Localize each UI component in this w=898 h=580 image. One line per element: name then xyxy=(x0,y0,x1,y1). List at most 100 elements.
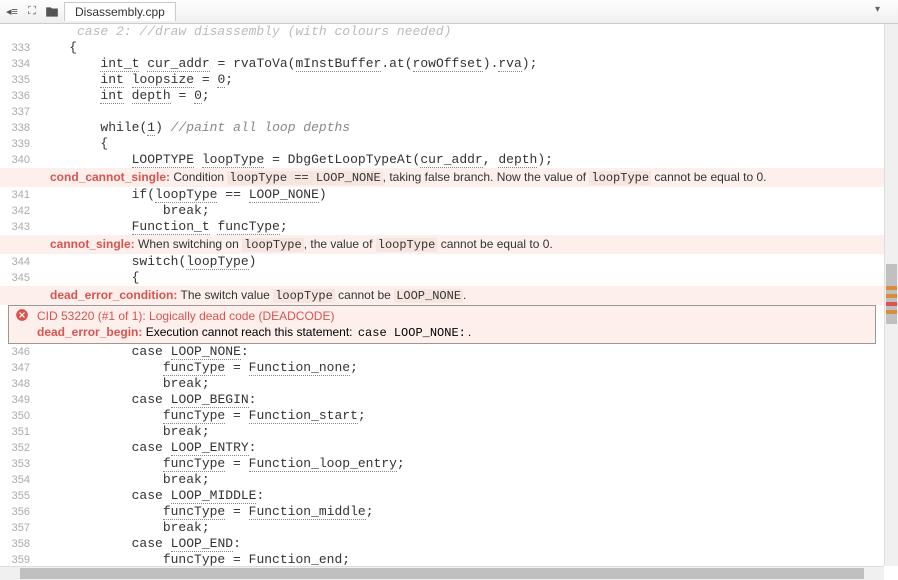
line-number: 341 xyxy=(0,187,38,203)
code-line: 344 switch(loopType) xyxy=(0,254,884,270)
line-number: 346 xyxy=(0,344,38,360)
annotation-label: dead_error_condition: xyxy=(50,288,177,302)
code-text: while(1) //paint all loop depths xyxy=(38,120,884,136)
code-line: 350 funcType = Function_start; xyxy=(0,408,884,424)
line-number: 349 xyxy=(0,392,38,408)
cid-detail: dead_error_begin: Execution cannot reach… xyxy=(37,324,869,341)
code-text: int loopsize = 0; xyxy=(38,72,884,88)
annotation-label: cond_cannot_single: xyxy=(50,170,170,184)
code-token: loopType xyxy=(242,238,304,252)
back-icon[interactable]: ◂≡ xyxy=(4,4,20,20)
line-number: 355 xyxy=(0,488,38,504)
code-line: 351 break; xyxy=(0,424,884,440)
code-token: case LOOP_NONE: xyxy=(356,326,468,340)
expand-icon[interactable]: ⛶ xyxy=(24,4,40,20)
code-text: funcType = Function_middle; xyxy=(38,504,884,520)
line-number: 348 xyxy=(0,376,38,392)
code-text: case LOOP_BEGIN: xyxy=(38,392,884,408)
code-line: case 2: //draw disassembly (with colours… xyxy=(0,24,884,40)
code-text: funcType = Function_end; xyxy=(38,552,884,566)
line-number: 353 xyxy=(0,456,38,472)
vertical-scrollbar[interactable] xyxy=(884,24,898,566)
line-number: 339 xyxy=(0,136,38,152)
cid-title: CID 53220 (#1 of 1): Logically dead code… xyxy=(37,308,869,324)
code-text: funcType = Function_start; xyxy=(38,408,884,424)
code-text: funcType = Function_none; xyxy=(38,360,884,376)
annotation: cannot_single: When switching on loopTyp… xyxy=(0,235,884,254)
code-line: 354 break; xyxy=(0,472,884,488)
code-text: if(loopType == LOOP_NONE) xyxy=(38,187,884,203)
code-line: 341 if(loopType == LOOP_NONE) xyxy=(0,187,884,203)
code-text: case LOOP_NONE: xyxy=(38,344,884,360)
line-number: 342 xyxy=(0,203,38,219)
line-number: 347 xyxy=(0,360,38,376)
code-text: break; xyxy=(38,472,884,488)
annotation-label: cannot_single: xyxy=(50,237,135,251)
line-number: 358 xyxy=(0,536,38,552)
line-number: 335 xyxy=(0,72,38,88)
code-line: 359 funcType = Function_end; xyxy=(0,552,884,566)
code-line: 355 case LOOP_MIDDLE: xyxy=(0,488,884,504)
code-line: 333 { xyxy=(0,40,884,56)
scroll-marker[interactable] xyxy=(886,310,897,314)
code-token: loopType xyxy=(273,289,335,303)
scroll-marker[interactable] xyxy=(886,286,897,290)
line-number: 352 xyxy=(0,440,38,456)
line-number xyxy=(0,24,38,40)
code-text: case LOOP_ENTRY: xyxy=(38,440,884,456)
line-number: 336 xyxy=(0,88,38,104)
code-line: 338 while(1) //paint all loop depths xyxy=(0,120,884,136)
error-icon xyxy=(15,308,29,322)
line-number: 350 xyxy=(0,408,38,424)
code-text: { xyxy=(38,40,884,56)
code-text: break; xyxy=(38,203,884,219)
code-text: break; xyxy=(38,520,884,536)
line-number: 344 xyxy=(0,254,38,270)
code-line: 346 case LOOP_NONE: xyxy=(0,344,884,360)
line-number: 356 xyxy=(0,504,38,520)
code-token: loopType == LOOP_NONE xyxy=(227,171,382,185)
file-tab[interactable]: Disassembly.cpp xyxy=(64,2,176,21)
code-text: { xyxy=(38,136,884,152)
code-line: 334 int_t cur_addr = rvaToVa(mInstBuffer… xyxy=(0,56,884,72)
line-number: 343 xyxy=(0,219,38,235)
code-viewer[interactable]: case 2: //draw disassembly (with colours… xyxy=(0,24,884,566)
code-line: 352 case LOOP_ENTRY: xyxy=(0,440,884,456)
line-number: 359 xyxy=(0,552,38,566)
code-text: funcType = Function_loop_entry; xyxy=(38,456,884,472)
line-number: 340 xyxy=(0,152,38,168)
annotation-label: dead_error_begin: xyxy=(37,325,142,339)
code-text: break; xyxy=(38,376,884,392)
code-text: int_t cur_addr = rvaToVa(mInstBuffer.at(… xyxy=(38,56,884,72)
annotation: dead_error_condition: The switch value l… xyxy=(0,286,884,305)
line-number: 351 xyxy=(0,424,38,440)
code-line: 336 int depth = 0; xyxy=(0,88,884,104)
cid-defect-box[interactable]: CID 53220 (#1 of 1): Logically dead code… xyxy=(8,305,876,344)
code-text: switch(loopType) xyxy=(38,254,884,270)
code-line: 347 funcType = Function_none; xyxy=(0,360,884,376)
code-line: 337 xyxy=(0,104,884,120)
line-number: 337 xyxy=(0,104,38,120)
code-text: case LOOP_END: xyxy=(38,536,884,552)
code-token: loopType xyxy=(589,171,651,185)
line-number: 333 xyxy=(0,40,38,56)
code-line: 335 int loopsize = 0; xyxy=(0,72,884,88)
line-number: 357 xyxy=(0,520,38,536)
scroll-marker[interactable] xyxy=(886,302,897,306)
line-number: 354 xyxy=(0,472,38,488)
code-text: { xyxy=(38,270,884,286)
line-number: 338 xyxy=(0,120,38,136)
code-text: int depth = 0; xyxy=(38,88,884,104)
folder-icon[interactable] xyxy=(44,4,60,20)
scroll-marker[interactable] xyxy=(886,294,897,298)
code-text: case 2: //draw disassembly (with colours… xyxy=(38,24,884,40)
code-line: 357 break; xyxy=(0,520,884,536)
code-line: 340 LOOPTYPE loopType = DbgGetLoopTypeAt… xyxy=(0,152,884,168)
horizontal-scroll-thumb[interactable] xyxy=(20,568,864,579)
code-token: loopType xyxy=(376,238,438,252)
code-line: 358 case LOOP_END: xyxy=(0,536,884,552)
dropdown-icon[interactable]: ▾ xyxy=(875,4,880,15)
code-line: 339 { xyxy=(0,136,884,152)
header-bar: ◂≡ ⛶ Disassembly.cpp xyxy=(0,0,898,24)
horizontal-scrollbar[interactable] xyxy=(0,566,884,580)
